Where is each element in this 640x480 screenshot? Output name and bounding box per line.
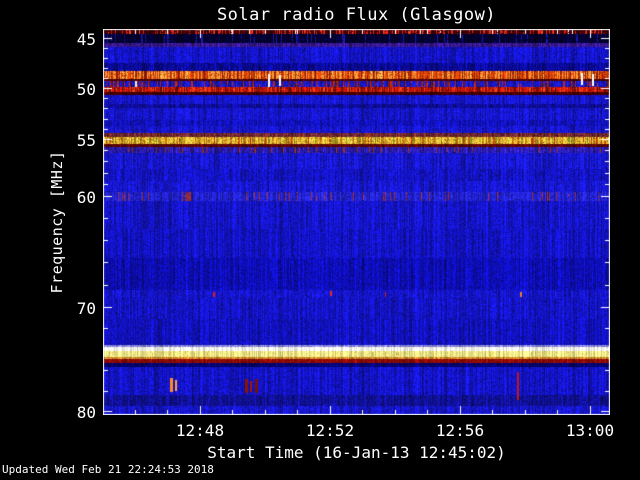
x-axis-title: Start Time (16-Jan-13 12:45:02)	[207, 443, 506, 462]
updated-timestamp: Updated Wed Feb 21 22:24:53 2018	[2, 463, 214, 476]
y-tick-label: 45	[76, 30, 96, 49]
x-tick-label: 13:00	[565, 421, 615, 440]
y-tick-label: 55	[76, 131, 96, 150]
spectrogram-canvas	[103, 29, 610, 415]
x-tick-label: 12:56	[435, 421, 485, 440]
y-tick-label: 50	[76, 80, 96, 99]
y-tick-label: 70	[76, 299, 96, 318]
y-axis-title: Frequency [MHz]	[48, 150, 66, 294]
x-tick-label: 12:48	[175, 421, 225, 440]
x-tick-label: 12:52	[305, 421, 355, 440]
page-title: Solar radio Flux (Glasgow)	[216, 5, 497, 25]
y-tick-label: 80	[76, 403, 96, 422]
spectrogram-window: Solar radio Flux (Glasgow) Frequency [MH…	[0, 0, 640, 480]
y-tick-label: 60	[76, 188, 96, 207]
